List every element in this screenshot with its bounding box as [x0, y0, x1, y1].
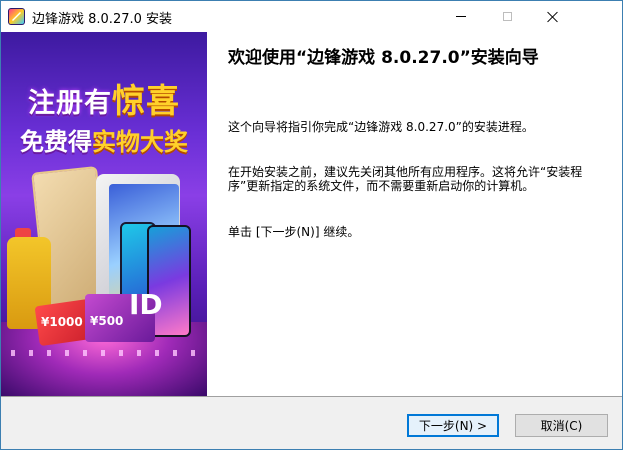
banner-headline: 注册有惊喜	[28, 81, 180, 120]
intro-paragraph: 这个向导将指引你完成“边锋游戏 8.0.27.0”的安装进程。	[228, 120, 534, 134]
welcome-panel: 欢迎使用“边锋游戏 8.0.27.0”安装向导 这个向导将指引你完成“边锋游戏 …	[207, 32, 622, 396]
cancel-button[interactable]: 取消(C)	[515, 414, 608, 437]
red-card-amount: ¥1000	[41, 315, 83, 329]
close-icon	[547, 11, 559, 23]
title-bar[interactable]: 边锋游戏 8.0.27.0 安装	[1, 1, 622, 32]
promo-banner: 注册有惊喜 免费得实物大奖 ¥1000 ¥500 ID	[1, 32, 207, 396]
next-button[interactable]: 下一步(N) >	[407, 414, 499, 437]
maximize-icon	[502, 12, 512, 21]
close-button[interactable]	[530, 1, 576, 32]
installer-window: 边锋游戏 8.0.27.0 安装 注册有惊喜 免费得实物大奖 ¥1000 ¥50…	[0, 0, 623, 450]
banner-subline: 免费得实物大奖	[20, 128, 188, 156]
app-icon	[8, 8, 25, 25]
stage-lights	[11, 350, 197, 356]
purple-card-logo: ID	[129, 288, 163, 321]
minimize-button[interactable]	[438, 1, 484, 32]
button-bar: 下一步(N) > 取消(C)	[1, 396, 622, 449]
advice-paragraph: 在开始安装之前，建议先关闭其他所有应用程序。这将允许“安装程序”更新指定的系统文…	[228, 165, 583, 193]
window-title: 边锋游戏 8.0.27.0 安装	[32, 12, 173, 27]
maximize-button[interactable]	[484, 1, 530, 32]
wizard-heading: 欢迎使用“边锋游戏 8.0.27.0”安装向导	[228, 48, 539, 68]
minimize-icon	[456, 16, 466, 17]
continue-hint: 单击 [下一步(N)] 继续。	[228, 225, 360, 239]
purple-card-amount: ¥500	[90, 314, 124, 328]
